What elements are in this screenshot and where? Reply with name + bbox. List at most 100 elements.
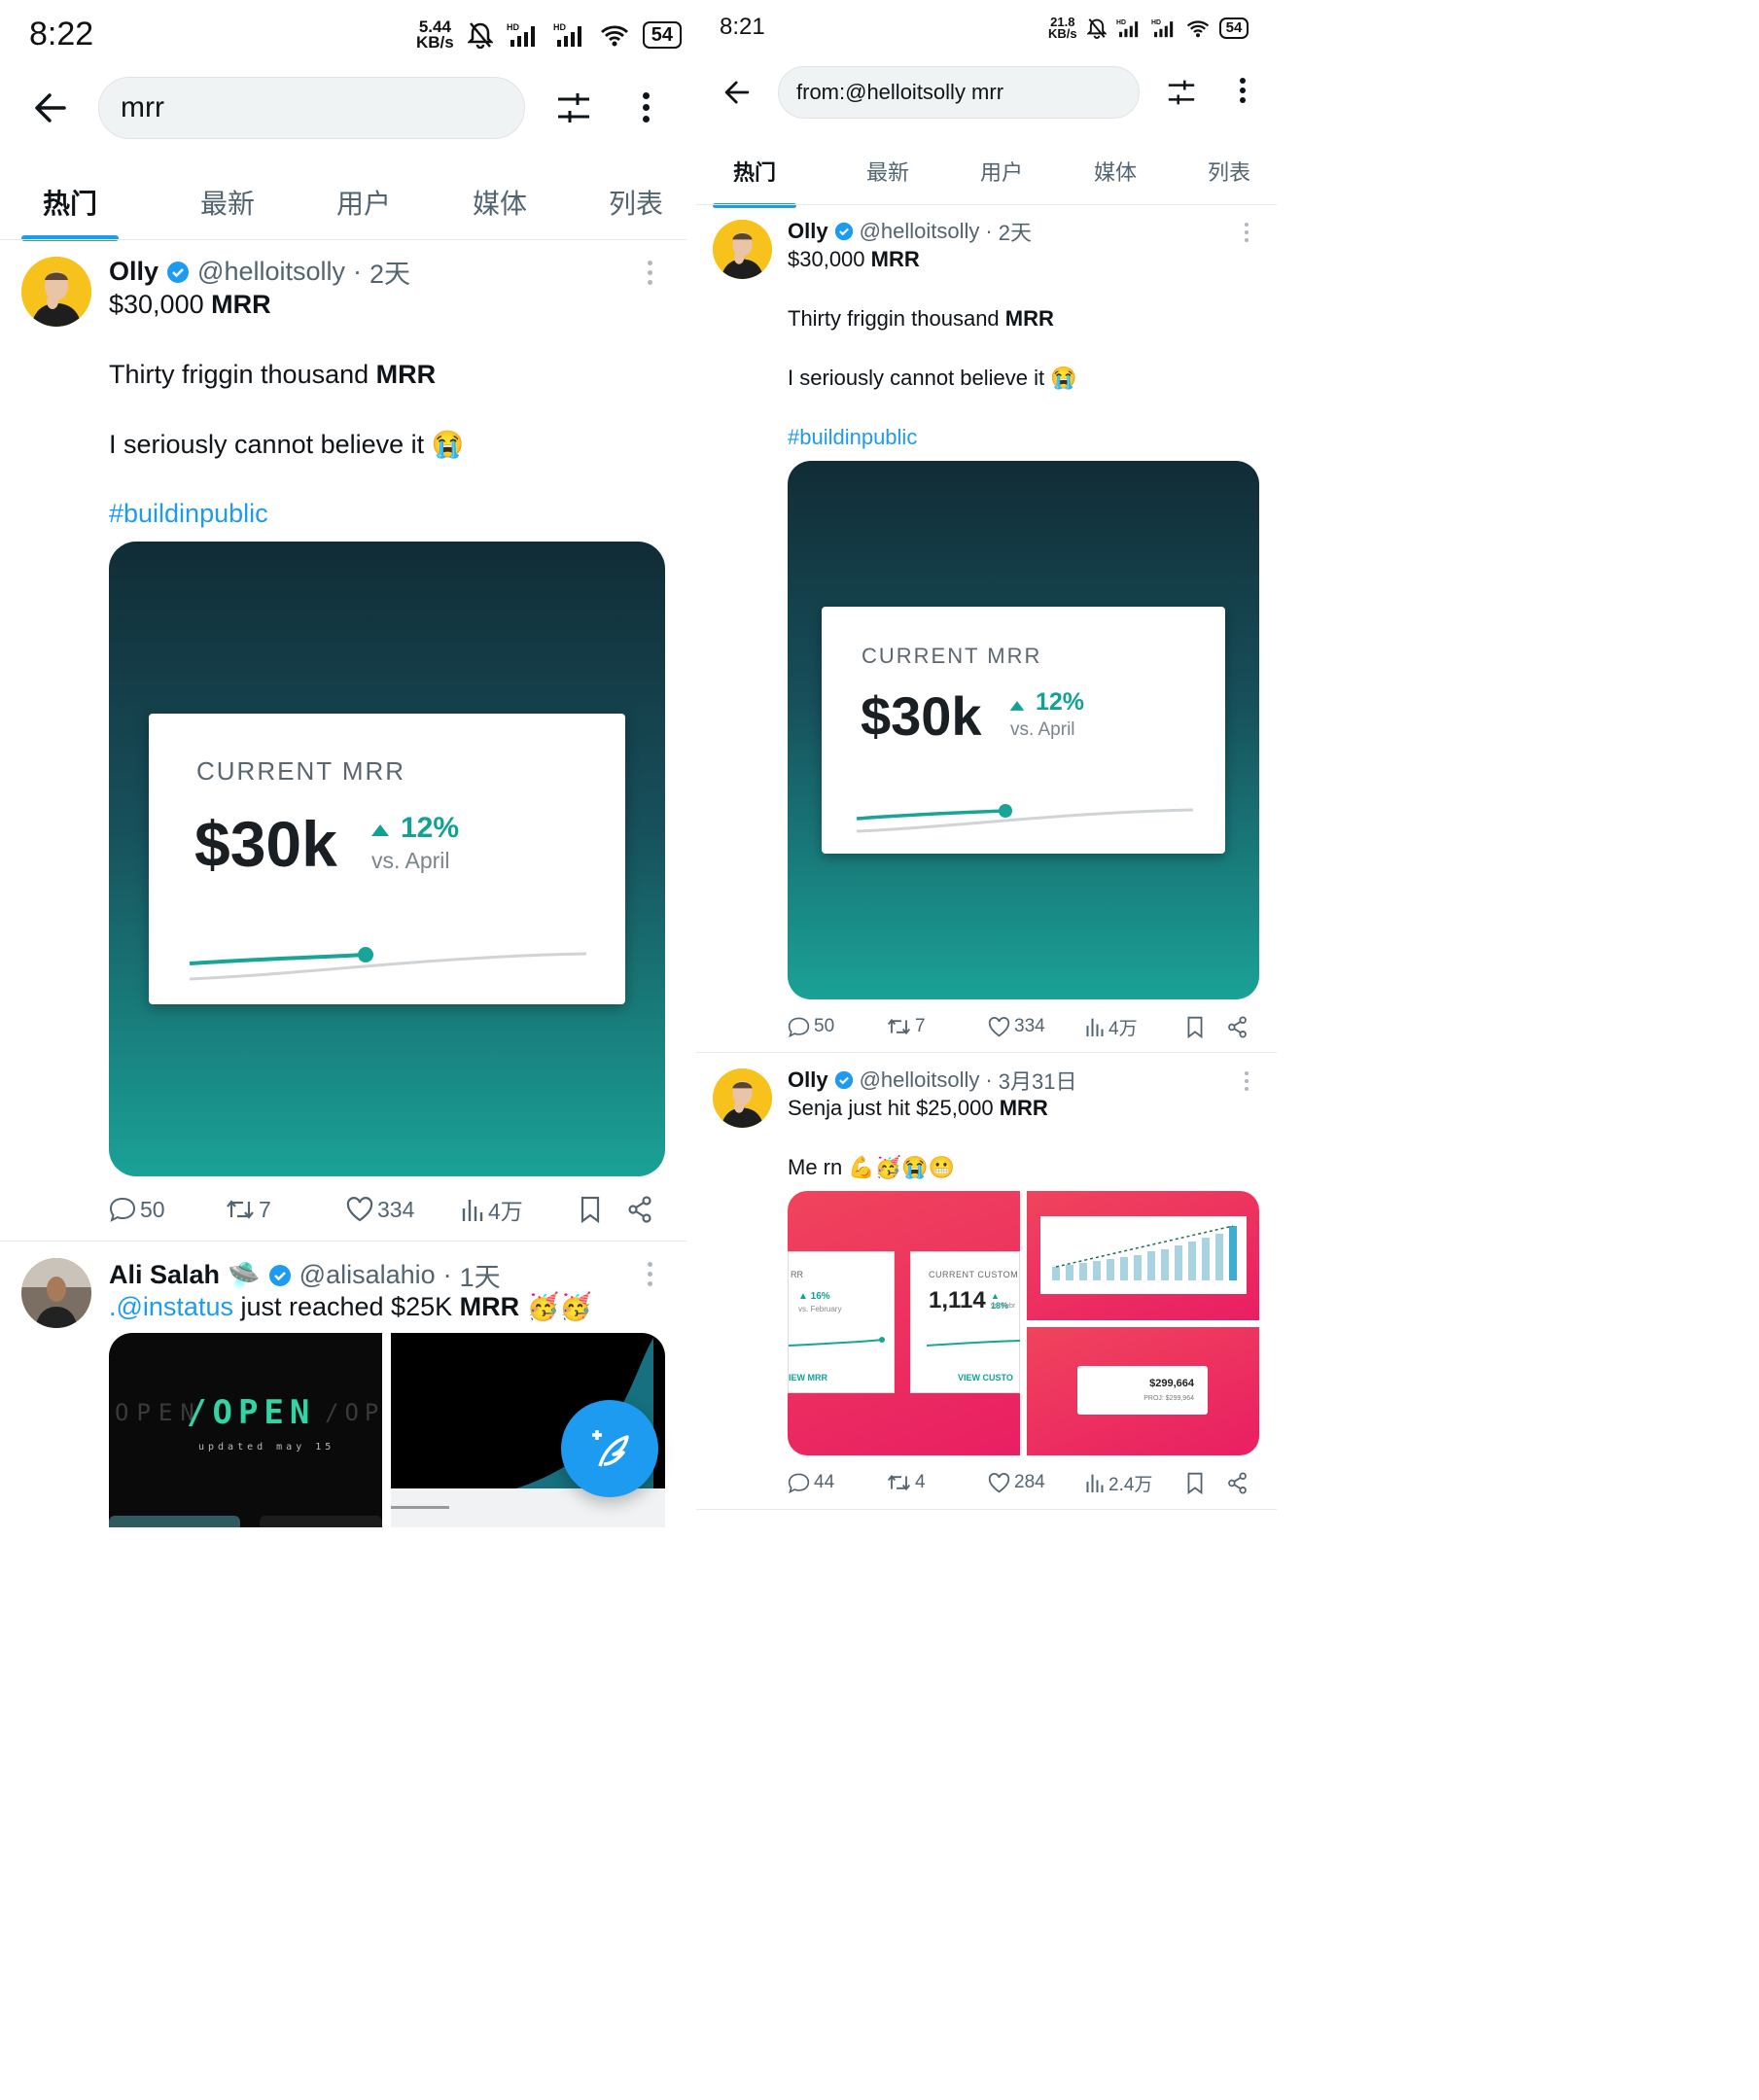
up-arrow-icon [371, 824, 389, 836]
dashboard-card: CURRENT CUSTOM 1,114 ▲ 18% vs. Febr VIEW… [910, 1251, 1020, 1393]
compose-button[interactable] [561, 1400, 658, 1497]
sparkline [856, 804, 1194, 833]
retweet-button[interactable]: 4 [887, 1472, 926, 1493]
back-arrow-icon[interactable] [33, 90, 68, 125]
search-input[interactable]: from:@helloitsolly mrr [778, 66, 1140, 119]
mrr-card: CURRENT MRR $30k 12% vs. April [822, 607, 1225, 854]
avatar[interactable] [713, 220, 772, 279]
retweet-icon [887, 1018, 911, 1035]
tab-latest[interactable]: 最新 [866, 156, 909, 187]
retweet-button[interactable]: 7 [887, 1016, 926, 1037]
filter-icon[interactable] [1167, 79, 1196, 106]
image-text: /OPE [325, 1399, 382, 1426]
share-button[interactable] [1227, 1472, 1248, 1494]
network-speed: 21.8 KB/s [1048, 15, 1077, 41]
share-button[interactable] [1227, 1016, 1248, 1038]
image-text: CURRENT CUSTOM [929, 1270, 1019, 1279]
tweet-image[interactable]: CURRENT MRR $30k 12% vs. April [109, 542, 665, 1176]
views-button[interactable]: 4万 [461, 1193, 523, 1226]
tab-lists[interactable]: 列表 [609, 183, 663, 222]
tweet-image[interactable]: CURRENT MRR $30k 12% vs. April [788, 461, 1259, 999]
image-text: PROJ: $299,964 [1143, 1395, 1194, 1402]
tab-media[interactable]: 媒体 [473, 183, 527, 222]
bookmark-icon [1187, 1016, 1203, 1038]
mention-link[interactable]: .@instatus [109, 1292, 233, 1321]
views-icon [462, 1200, 483, 1221]
tab-top[interactable]: 热门 [21, 183, 119, 241]
search-value: from:@helloitsolly mrr [796, 80, 1004, 104]
ufo-emoji: 🛸 [228, 1260, 261, 1290]
reply-button[interactable]: 44 [788, 1472, 834, 1494]
tweet-image[interactable] [1027, 1191, 1259, 1320]
search-value: mrr [121, 91, 164, 123]
divider [696, 1509, 1277, 1510]
retweet-button[interactable]: 7 [226, 1197, 271, 1223]
card-subtitle: vs. April [1010, 719, 1075, 740]
tab-latest[interactable]: 最新 [200, 183, 255, 222]
author-name[interactable]: Olly [788, 1068, 828, 1093]
tweet-header: Ali Salah 🛸 @alisalahio · 1天 [109, 1256, 501, 1294]
avatar[interactable] [713, 1068, 772, 1128]
author-handle[interactable]: @helloitsolly [860, 1068, 980, 1093]
avatar[interactable] [21, 1258, 91, 1328]
battery-icon: 54 [642, 21, 682, 49]
bar-chart-image [1040, 1216, 1247, 1294]
tweet-text-line: .@instatus just reached $25K MRR 🥳🥳 [109, 1292, 592, 1321]
heart-icon [988, 1472, 1010, 1492]
reply-button[interactable]: 50 [788, 1016, 834, 1038]
tweet-image[interactable]: RR ▲ 16% vs. February IEW MRR CURRENT CU… [788, 1191, 1020, 1455]
tweet-header: Olly @helloitsolly · 3月31日 [788, 1065, 1076, 1096]
filter-icon[interactable] [556, 91, 591, 124]
tweet-more-icon[interactable] [1245, 223, 1249, 242]
more-options-icon[interactable] [1240, 78, 1246, 103]
avatar[interactable] [21, 257, 91, 327]
bookmark-button[interactable] [1186, 1016, 1204, 1038]
tab-people[interactable]: 用户 [980, 156, 1023, 187]
author-handle[interactable]: @helloitsolly [197, 257, 345, 287]
reply-button[interactable]: 50 [109, 1196, 165, 1223]
author-name[interactable]: Olly [788, 219, 828, 244]
tweet-image[interactable]: OPEN /OPEN /OPE updated may 15 [109, 1333, 382, 1527]
verified-icon [834, 1070, 853, 1090]
tweet-text-line: Thirty friggin thousand MRR [788, 306, 1054, 331]
heart-icon [346, 1197, 373, 1222]
sparkline [189, 947, 587, 981]
card-label: CURRENT MRR [862, 644, 1042, 668]
author-handle[interactable]: @alisalahio [299, 1260, 436, 1290]
tweet-image[interactable]: $299,664 PROJ: $299,964 [1027, 1327, 1259, 1455]
verified-icon [268, 1264, 291, 1286]
views-button[interactable]: 4万 [1085, 1014, 1138, 1040]
tweet-more-icon[interactable] [648, 261, 652, 285]
tab-media[interactable]: 媒体 [1094, 156, 1137, 187]
like-button[interactable]: 334 [346, 1197, 414, 1223]
tab-lists[interactable]: 列表 [1208, 156, 1250, 187]
author-name[interactable]: Olly [109, 257, 158, 287]
feather-plus-icon [592, 1430, 629, 1467]
like-button[interactable]: 334 [988, 1016, 1045, 1037]
tab-people[interactable]: 用户 [336, 183, 391, 222]
signal-icon: HD [507, 22, 535, 47]
back-arrow-icon[interactable] [723, 79, 751, 106]
tweet-more-icon[interactable] [648, 1262, 652, 1286]
views-icon [1086, 1018, 1104, 1036]
search-input[interactable]: mrr [98, 77, 525, 139]
bookmark-button[interactable] [580, 1196, 601, 1223]
views-button[interactable]: 2.4万 [1085, 1470, 1152, 1496]
tab-top[interactable]: 热门 [713, 156, 796, 208]
svg-text:HD: HD [1116, 19, 1126, 26]
sparkline [789, 1337, 885, 1347]
like-button[interactable]: 284 [988, 1472, 1045, 1493]
hashtag-link[interactable]: #buildinpublic [109, 499, 268, 529]
share-button[interactable] [627, 1196, 652, 1223]
bookmark-button[interactable] [1186, 1472, 1204, 1494]
mrr-card: CURRENT MRR $30k 12% vs. April [149, 714, 625, 1004]
mute-icon [1086, 18, 1107, 39]
more-options-icon[interactable] [643, 92, 650, 122]
tweet-more-icon[interactable] [1245, 1071, 1249, 1091]
hashtag-link[interactable]: #buildinpublic [788, 425, 917, 450]
retweet-icon [227, 1200, 254, 1219]
author-handle[interactable]: @helloitsolly [860, 219, 980, 244]
author-name[interactable]: Ali Salah [109, 1260, 220, 1290]
card-label: CURRENT MRR [196, 756, 406, 786]
image-text: RR [791, 1270, 803, 1279]
